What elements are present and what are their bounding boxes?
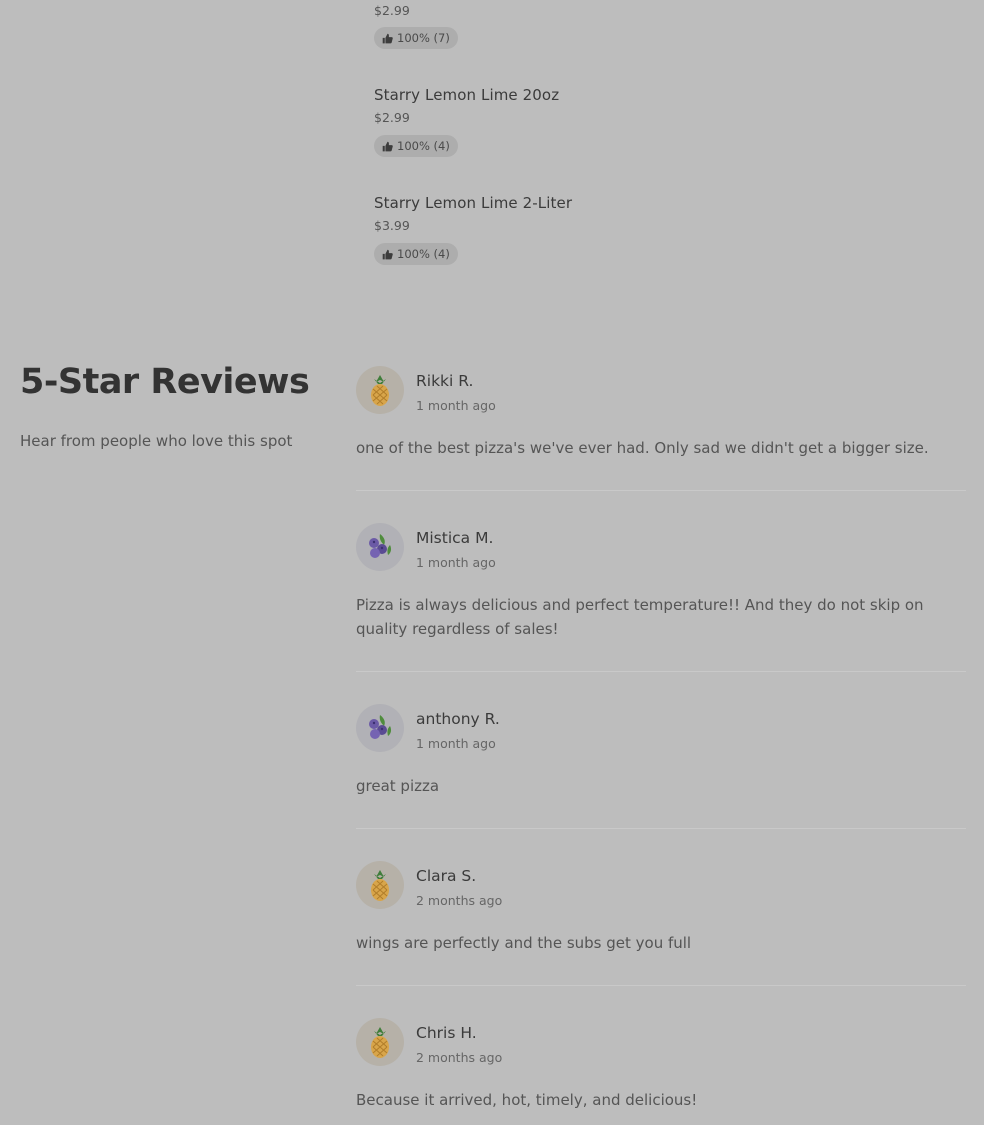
item-name: Starry Lemon Lime 20oz (374, 86, 560, 104)
avatar (356, 861, 404, 909)
review-text: Because it arrived, hot, timely, and del… (356, 1091, 698, 1109)
pineapple-icon (371, 375, 389, 406)
reviewer-name: anthony R. (416, 710, 500, 728)
blueberry-icon (369, 534, 392, 558)
thumbs-up-icon (382, 33, 393, 43)
item-price: $2.99 (374, 3, 410, 18)
pineapple-icon (371, 1027, 389, 1058)
item-price: $2.99 (374, 110, 410, 125)
avatar (356, 704, 404, 752)
avatar (356, 1018, 404, 1066)
divider (356, 671, 966, 672)
review-date: 1 month ago (416, 555, 496, 570)
blueberry-icon (369, 715, 392, 739)
reviews-header: 5-Star Reviews Hear from people who love… (20, 362, 340, 450)
reviewer-name: Rikki R. (416, 372, 474, 390)
review-text: wings are perfectly and the subs get you… (356, 934, 692, 952)
rating-text: 100% (4) (397, 139, 450, 153)
thumbs-up-icon (382, 141, 393, 151)
review-date: 2 months ago (416, 893, 503, 908)
divider (356, 985, 966, 986)
avatar (356, 366, 404, 414)
review-date: 1 month ago (416, 736, 496, 751)
rating-badge: 100% (4) (374, 243, 458, 265)
reviewer-name: Mistica M. (416, 529, 494, 547)
menu-item[interactable]: Starry Lemon Lime 20oz $2.99 100% (4) (374, 86, 559, 157)
thumbs-up-icon (382, 249, 393, 259)
menu-item[interactable]: Starry Lemon Lime 2-Liter $3.99 100% (4) (374, 194, 572, 265)
review-text: great pizza (356, 777, 440, 795)
reviewer-name: Clara S. (416, 867, 477, 885)
review-text: one of the best pizza's we've ever had. … (356, 439, 929, 457)
item-name: Starry Lemon Lime 2-Liter (374, 194, 573, 212)
avatar (356, 523, 404, 571)
rating-text: 100% (4) (397, 247, 450, 261)
pineapple-icon (371, 870, 389, 901)
review-date: 1 month ago (416, 398, 496, 413)
divider (356, 828, 966, 829)
rating-text: 100% (7) (397, 31, 450, 45)
reviewer-name: Chris H. (416, 1024, 477, 1042)
menu-item[interactable]: $2.99 100% (7) (374, 3, 458, 49)
rating-badge: 100% (7) (374, 27, 458, 49)
divider (356, 490, 966, 491)
rating-badge: 100% (4) (374, 135, 458, 157)
item-price: $3.99 (374, 218, 410, 233)
review-text: Pizza is always delicious and perfect te… (356, 596, 924, 638)
review-date: 2 months ago (416, 1050, 503, 1065)
reviews-title: 5-Star Reviews (20, 362, 310, 402)
reviews-subtitle: Hear from people who love this spot (20, 432, 293, 450)
